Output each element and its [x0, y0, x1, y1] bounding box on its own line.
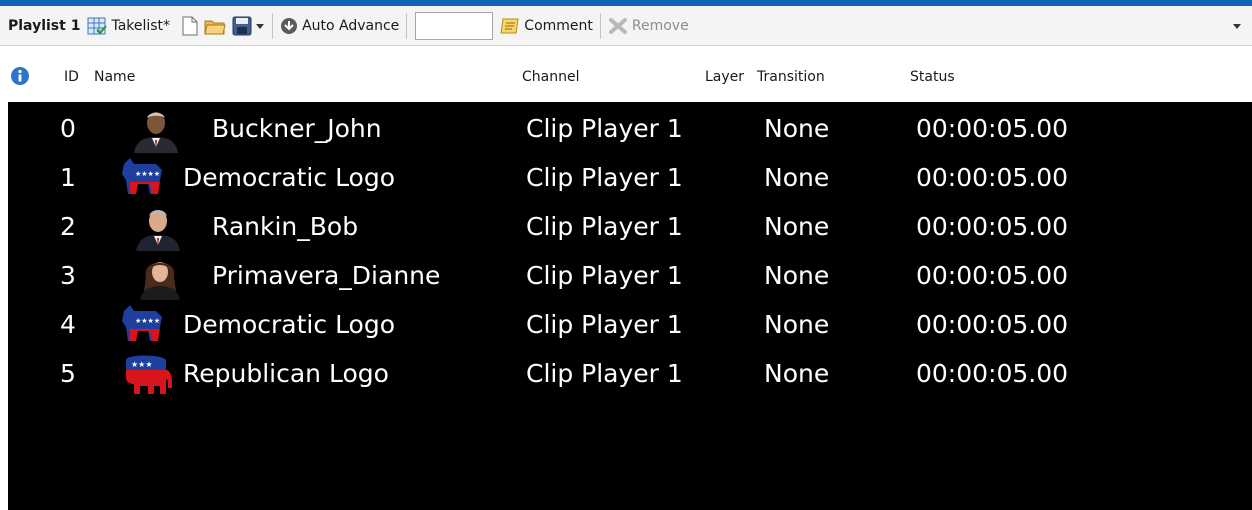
- row-transition: None: [764, 261, 830, 290]
- playlist-row[interactable]: 1 ★★★★ Democratic Logo Clip Player 1 Non…: [8, 154, 1252, 202]
- toolbar-overflow-chevron-icon[interactable]: [1232, 20, 1242, 32]
- toolbar-separator: [599, 12, 601, 39]
- row-status: 00:00:05.00: [916, 163, 1069, 192]
- svg-text:★★★★: ★★★★: [135, 317, 160, 325]
- row-channel: Clip Player 1: [526, 114, 683, 143]
- open-folder-icon: [204, 20, 226, 34]
- playlist-row[interactable]: 0 Buckner_John Clip Player 1 None 00:00:…: [8, 105, 1252, 153]
- remove-label: Remove: [631, 17, 689, 34]
- row-id: 1: [60, 163, 76, 192]
- row-id: 0: [60, 114, 76, 143]
- auto-advance-label: Auto Advance: [302, 17, 400, 34]
- column-header-transition[interactable]: Transition: [757, 69, 825, 85]
- row-name: Rankin_Bob: [212, 212, 359, 241]
- row-name: Democratic Logo: [183, 163, 396, 192]
- row-channel: Clip Player 1: [526, 359, 683, 388]
- row-status: 00:00:05.00: [916, 212, 1069, 241]
- row-name: Democratic Logo: [183, 310, 396, 339]
- row-transition: None: [764, 310, 830, 339]
- auto-advance-icon: [281, 17, 298, 34]
- playlist-grid: 0 Buckner_John Clip Player 1 None 00:00:…: [8, 102, 1252, 510]
- row-transition: None: [764, 212, 830, 241]
- auto-advance-button[interactable]: Auto Advance: [277, 12, 402, 40]
- row-id: 5: [60, 359, 76, 388]
- elephant-logo-icon: ★★★: [126, 355, 172, 394]
- toolbar-separator: [272, 12, 274, 39]
- row-transition: None: [764, 359, 830, 388]
- row-status: 00:00:05.00: [916, 114, 1069, 143]
- row-id: 3: [60, 261, 76, 290]
- toolbar-text-input[interactable]: [415, 11, 494, 40]
- column-header-status[interactable]: Status: [910, 69, 955, 85]
- remove-x-icon: [608, 17, 627, 34]
- row-channel: Clip Player 1: [526, 163, 683, 192]
- portrait-woman-icon: [132, 252, 188, 300]
- row-channel: Clip Player 1: [526, 212, 683, 241]
- row-channel: Clip Player 1: [526, 261, 683, 290]
- toolbar-separator: [406, 12, 408, 39]
- takelist-button[interactable]: Takelist*: [84, 12, 173, 40]
- column-header-name[interactable]: Name: [94, 69, 135, 85]
- save-playlist-button[interactable]: [229, 12, 268, 40]
- column-header-id[interactable]: ID: [64, 69, 79, 85]
- comment-button[interactable]: Comment: [497, 12, 596, 40]
- column-header-channel[interactable]: Channel: [522, 69, 579, 85]
- column-header-layer[interactable]: Layer: [705, 69, 744, 85]
- row-name: Buckner_John: [212, 114, 382, 143]
- playlist-row[interactable]: 5 ★★★ Republican Logo Clip Player 1 None…: [8, 350, 1252, 398]
- row-transition: None: [764, 163, 830, 192]
- info-icon[interactable]: [10, 66, 30, 86]
- save-disk-icon: [232, 16, 252, 35]
- playlist-row[interactable]: 2 Rankin_Bob Clip Player 1 None 00:00:05…: [8, 203, 1252, 251]
- row-id: 2: [60, 212, 76, 241]
- portrait-man-icon: [128, 105, 184, 153]
- remove-button[interactable]: Remove: [605, 12, 692, 40]
- svg-text:★★★★: ★★★★: [135, 170, 160, 178]
- comment-note-icon: [500, 18, 519, 33]
- row-channel: Clip Player 1: [526, 310, 683, 339]
- takelist-icon: [87, 17, 108, 34]
- playlist-row[interactable]: 4 ★★★★ Democratic Logo Clip Player 1 Non…: [8, 301, 1252, 349]
- row-status: 00:00:05.00: [916, 261, 1069, 290]
- chevron-down-icon[interactable]: [255, 16, 265, 36]
- row-id: 4: [60, 310, 76, 339]
- donkey-logo-icon: ★★★★: [122, 158, 162, 194]
- new-document-icon: [182, 16, 198, 35]
- row-name: Republican Logo: [183, 359, 389, 388]
- donkey-logo-icon: ★★★★: [122, 305, 162, 341]
- comment-label: Comment: [524, 17, 593, 34]
- row-transition: None: [764, 114, 830, 143]
- playlist-row[interactable]: 3 Primavera_Dianne Clip Player 1 None 00…: [8, 252, 1252, 300]
- playlist-title: Playlist 1: [8, 17, 81, 34]
- portrait-man-icon: [130, 203, 186, 251]
- new-playlist-button[interactable]: [179, 12, 201, 40]
- playlist-window: Playlist 1 Takelist* Auto Advance Commen…: [0, 0, 1252, 510]
- playlist-column-header: ID Name Channel Layer Transition Status: [0, 52, 1252, 102]
- row-status: 00:00:05.00: [916, 359, 1069, 388]
- playlist-toolbar: Playlist 1 Takelist* Auto Advance Commen…: [0, 6, 1252, 46]
- takelist-label: Takelist*: [111, 17, 171, 34]
- open-playlist-button[interactable]: [201, 12, 229, 40]
- svg-text:★★★: ★★★: [131, 360, 153, 369]
- row-name: Primavera_Dianne: [212, 261, 441, 290]
- row-status: 00:00:05.00: [916, 310, 1069, 339]
